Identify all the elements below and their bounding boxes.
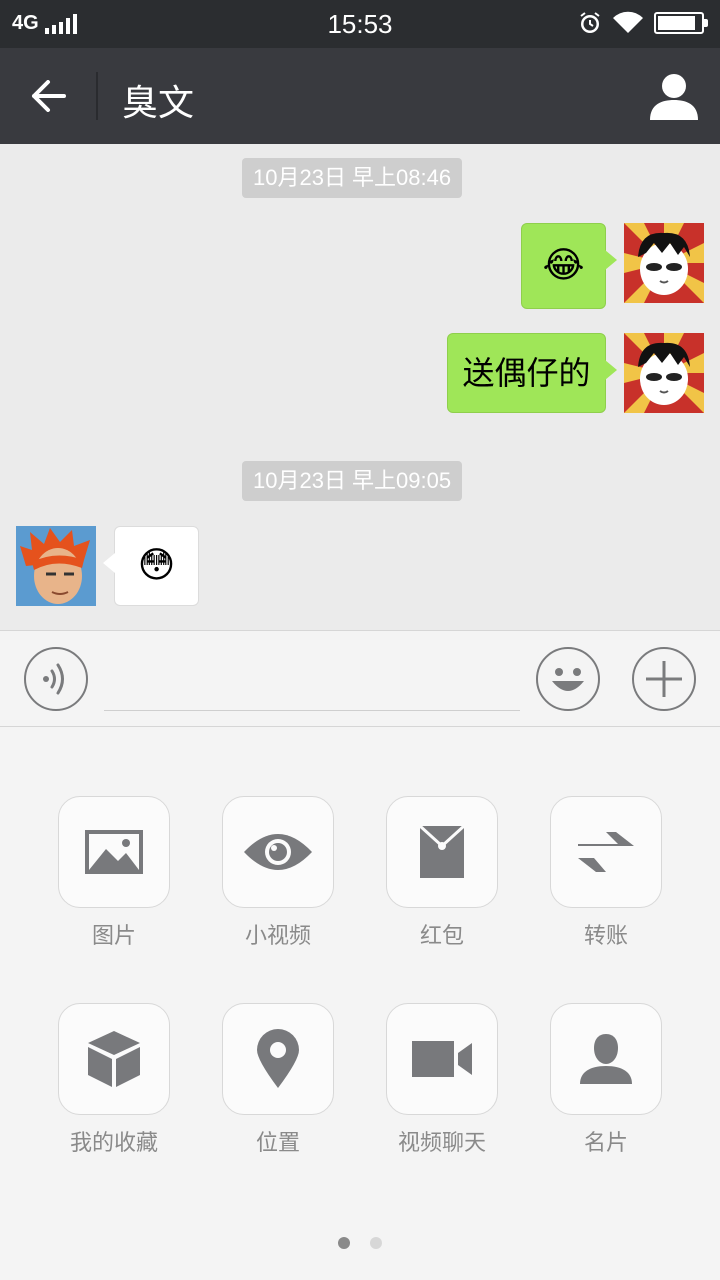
red-envelope-icon: [418, 824, 466, 878]
wifi-icon: [613, 11, 643, 34]
header-divider: [96, 72, 98, 120]
contact-card-icon: [580, 1034, 632, 1084]
battery-icon: [654, 12, 708, 34]
tool-location[interactable]: 位置: [222, 1003, 334, 1157]
my-avatar-image: [624, 223, 704, 303]
alarm-icon: [580, 12, 600, 33]
tool-contact-card-box[interactable]: [550, 1003, 662, 1115]
tool-favorites-box[interactable]: [58, 1003, 170, 1115]
message-text: 送偶仔的: [462, 354, 591, 392]
tool-favorites[interactable]: 我的收藏: [58, 1003, 170, 1157]
tool-video[interactable]: 小视频: [222, 796, 334, 950]
emoji-laughing-icon: 😂: [542, 245, 585, 286]
contact-avatar[interactable]: [16, 526, 96, 606]
tool-red-envelope[interactable]: 红包: [386, 796, 498, 950]
more-button[interactable]: [632, 647, 696, 711]
contact-avatar-image: [16, 526, 96, 606]
tool-contact-card[interactable]: 名片: [550, 1003, 662, 1157]
tool-label: 图片: [91, 924, 136, 949]
person-icon: [650, 74, 698, 120]
battery-fill: [658, 16, 695, 30]
tool-label: 转账: [583, 924, 628, 949]
cube-icon: [88, 1031, 140, 1087]
chat-area[interactable]: 10月23日 早上08:46 😂 送偶仔的 10月23日 早上09:05 😳: [0, 144, 720, 630]
timestamp: 10月23日 早上08:46: [242, 158, 463, 198]
status-icons: [578, 11, 708, 35]
plus-icon: [646, 661, 682, 697]
voice-icon: [43, 663, 64, 695]
tool-video-chat-box[interactable]: [386, 1003, 498, 1115]
tool-transfer-box[interactable]: [550, 796, 662, 908]
location-pin-icon: [257, 1029, 299, 1088]
voice-button[interactable]: [24, 647, 88, 711]
video-camera-icon: [412, 1041, 472, 1077]
tool-video-box[interactable]: [222, 796, 334, 908]
chat-header: 臭文: [0, 48, 720, 144]
more-panel: 图片 小视频 红包 转账 我的收藏 位置 视频聊天 名片: [0, 727, 720, 1280]
tool-label: 视频聊天: [397, 1131, 486, 1156]
tool-label: 我的收藏: [69, 1131, 158, 1156]
message-bubble-sent[interactable]: 送偶仔的: [447, 333, 617, 413]
tool-label: 名片: [583, 1131, 628, 1156]
tool-video-chat[interactable]: 视频聊天: [386, 1003, 498, 1157]
page-indicator: [338, 1237, 382, 1249]
timestamp: 10月23日 早上09:05: [242, 461, 463, 501]
tool-red-envelope-box[interactable]: [386, 796, 498, 908]
page-dot-active[interactable]: [338, 1237, 350, 1249]
my-avatar[interactable]: [624, 333, 704, 413]
page-dot[interactable]: [370, 1237, 382, 1249]
eye-icon: [244, 834, 312, 870]
tool-label: 位置: [255, 1131, 300, 1156]
transfer-icon: [578, 832, 634, 872]
profile-button[interactable]: [648, 70, 700, 122]
tool-location-box[interactable]: [222, 1003, 334, 1115]
emoji-flushed-icon: 😳: [137, 545, 176, 586]
tool-image[interactable]: 图片: [58, 796, 170, 950]
arrow-left-icon: [32, 80, 66, 112]
message-bubble-received[interactable]: 😳: [103, 526, 199, 606]
back-button[interactable]: [18, 66, 78, 126]
tool-image-box[interactable]: [58, 796, 170, 908]
tool-label: 小视频: [244, 924, 311, 949]
emoji-button[interactable]: [536, 647, 600, 711]
message-input[interactable]: [104, 659, 520, 711]
chat-title: 臭文: [122, 83, 195, 124]
tool-transfer[interactable]: 转账: [550, 796, 662, 950]
my-avatar-image: [624, 333, 704, 413]
input-bar: [0, 630, 720, 727]
smiley-icon: [552, 668, 584, 691]
tool-label: 红包: [419, 924, 464, 949]
message-bubble-sent[interactable]: 😂: [521, 223, 617, 309]
my-avatar[interactable]: [624, 223, 704, 303]
image-icon: [85, 830, 143, 874]
status-bar: 4G 15:53: [0, 0, 720, 48]
